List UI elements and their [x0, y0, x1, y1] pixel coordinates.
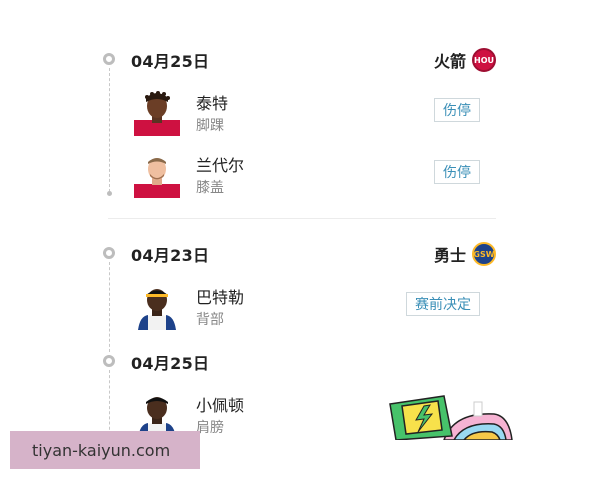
section-divider [108, 218, 496, 219]
date-row: 04月23日 勇士 GSW [100, 242, 496, 266]
status-badge[interactable]: 伤停 [434, 98, 480, 122]
injury-date: 04月25日 [131, 354, 210, 373]
injury-date: 04月23日 [131, 246, 210, 265]
watermark-banner: tiyan-kaiyun.com [10, 431, 200, 469]
timeline-line [109, 68, 110, 192]
player-name: 兰代尔 [196, 156, 245, 175]
timeline-line [109, 370, 110, 440]
player-name: 泰特 [196, 94, 229, 113]
team-info[interactable]: 火箭 HOU [434, 48, 496, 72]
timeline-dot [103, 247, 115, 259]
player-name: 小佩顿 [196, 396, 245, 415]
injury-part: 肩膀 [196, 420, 224, 436]
player-avatar [134, 152, 180, 198]
timeline-end-dot [107, 191, 112, 196]
injury-part: 背部 [196, 312, 224, 328]
player-row[interactable]: 巴特勒 背部 赛前决定 [134, 282, 496, 332]
date-row: 04月25日 火箭 HOU [100, 48, 496, 72]
player-row[interactable]: 泰特 脚踝 伤停 [134, 88, 496, 138]
injury-date: 04月25日 [131, 52, 210, 71]
player-avatar [134, 90, 180, 136]
player-avatar [134, 284, 180, 330]
player-name: 巴特勒 [196, 288, 245, 307]
timeline-dot [103, 53, 115, 65]
decorative-sticker-image [384, 392, 514, 441]
date-row: 04月25日 [100, 350, 496, 373]
team-name: 火箭 [433, 52, 466, 71]
status-badge[interactable]: 伤停 [434, 160, 480, 184]
player-row[interactable]: 兰代尔 膝盖 伤停 [134, 150, 496, 200]
injury-part: 膝盖 [196, 180, 224, 196]
timeline-line [109, 262, 110, 352]
injury-part: 脚踝 [196, 118, 224, 134]
team-name: 勇士 [433, 246, 466, 265]
team-logo-icon: HOU [472, 48, 496, 72]
status-badge[interactable]: 赛前决定 [406, 292, 480, 316]
timeline-dot [103, 355, 115, 367]
team-logo-icon: GSW [472, 242, 496, 266]
team-info[interactable]: 勇士 GSW [434, 242, 496, 266]
